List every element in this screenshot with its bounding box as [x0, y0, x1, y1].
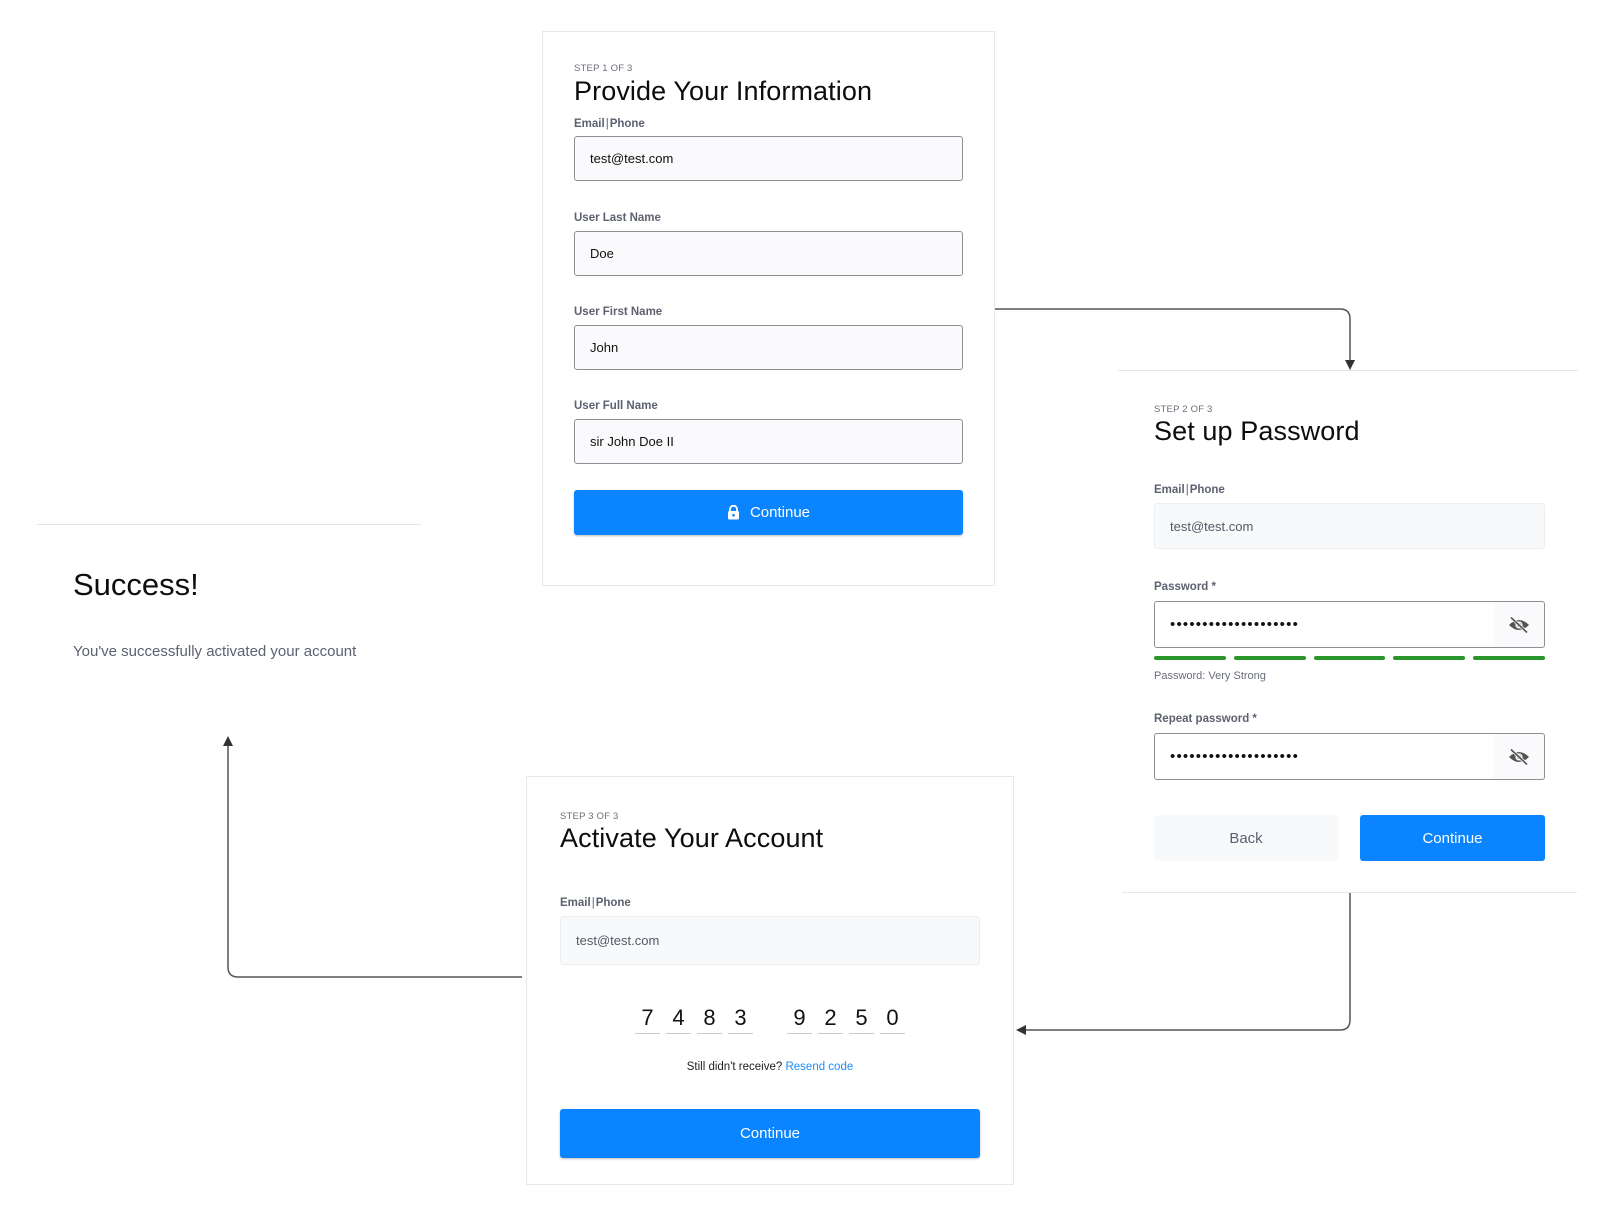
step-indicator: STEP 1 OF 3 — [574, 63, 633, 74]
back-button[interactable]: Back — [1154, 815, 1338, 861]
password-input[interactable]: •••••••••••••••••••• — [1154, 601, 1545, 648]
code-digit[interactable]: 7 — [635, 1005, 660, 1034]
email-input[interactable]: test@test.com — [574, 136, 963, 181]
password-label: Password * — [1154, 581, 1216, 593]
resend-prompt: Still didn't receive? — [686, 1061, 783, 1073]
step1-card: STEP 1 OF 3 Provide Your Information Ema… — [542, 31, 995, 586]
step3-card: STEP 3 OF 3 Activate Your Account Email|… — [526, 776, 1014, 1185]
code-digit[interactable]: 9 — [787, 1005, 812, 1034]
page-title: Provide Your Information — [574, 76, 873, 106]
full-name-label: User Full Name — [574, 400, 658, 412]
success-message: You've successfully activated your accou… — [73, 643, 357, 660]
code-digit[interactable]: 3 — [728, 1005, 753, 1034]
continue-button[interactable]: Continue — [574, 490, 963, 535]
code-digit[interactable]: 4 — [666, 1005, 691, 1034]
password-field-group: Password * •••••••••••••••••••• Password… — [1154, 581, 1545, 682]
continue-button[interactable]: Continue — [560, 1109, 980, 1158]
page-title: Activate Your Account — [560, 823, 824, 853]
step-indicator: STEP 3 OF 3 — [560, 811, 619, 822]
full-name-field-group: User Full Name sir John Doe II — [574, 400, 963, 464]
code-digit[interactable]: 2 — [818, 1005, 843, 1034]
card-top-divider — [1118, 370, 1578, 371]
code-digit[interactable]: 8 — [697, 1005, 722, 1034]
email-label: Email|Phone — [1154, 484, 1225, 496]
email-field-group: Email|Phone test@test.com — [560, 897, 980, 965]
email-label: Email|Phone — [574, 118, 645, 130]
strength-segment — [1313, 656, 1386, 660]
step2-card: STEP 2 OF 3 Set up Password Email|Phone … — [1118, 370, 1578, 893]
strength-segment — [1154, 656, 1226, 660]
first-name-input[interactable]: John — [574, 325, 963, 370]
continue-button-label: Continue — [1422, 829, 1483, 847]
first-name-field-group: User First Name John — [574, 306, 963, 370]
eye-slash-icon[interactable] — [1494, 734, 1544, 779]
last-name-label: User Last Name — [574, 212, 661, 224]
last-name-field-group: User Last Name Doe — [574, 212, 963, 276]
last-name-input[interactable]: Doe — [574, 231, 963, 276]
resend-row: Still didn't receive? Resend code — [527, 1061, 1013, 1073]
step-indicator: STEP 2 OF 3 — [1154, 404, 1213, 415]
code-digit[interactable]: 5 — [849, 1005, 874, 1034]
email-field-group: Email|Phone test@test.com — [1154, 484, 1545, 549]
email-input-readonly: test@test.com — [1154, 503, 1545, 549]
eye-slash-icon[interactable] — [1494, 602, 1544, 647]
connector-step3-to-success — [223, 736, 522, 978]
strength-segment — [1233, 656, 1306, 660]
email-field-group: Email|Phone test@test.com — [574, 118, 963, 181]
repeat-password-input[interactable]: •••••••••••••••••••• — [1154, 733, 1545, 780]
connector-step1-to-step2 — [994, 308, 1355, 370]
success-panel: Success! You've successfully activated y… — [37, 524, 421, 684]
email-input-readonly: test@test.com — [560, 916, 980, 965]
code-digit[interactable]: 0 — [880, 1005, 905, 1034]
continue-button-label: Continue — [739, 1125, 801, 1142]
first-name-label: User First Name — [574, 306, 663, 318]
password-strength-meter — [1154, 656, 1545, 660]
back-button-label: Back — [1229, 829, 1263, 847]
lock-icon — [727, 505, 740, 520]
strength-segment — [1393, 656, 1466, 660]
repeat-password-label: Repeat password * — [1154, 713, 1257, 725]
page-title: Set up Password — [1154, 416, 1360, 446]
strength-segment — [1473, 656, 1545, 660]
verification-code-input[interactable]: 7 4 8 3 9 2 5 0 — [527, 1005, 1013, 1034]
resend-code-link[interactable]: Resend code — [785, 1061, 853, 1073]
email-label: Email|Phone — [560, 897, 631, 909]
connector-step2-to-step3 — [1016, 893, 1351, 1035]
repeat-password-field-group: Repeat password * •••••••••••••••••••• — [1154, 713, 1545, 780]
continue-button-label: Continue — [749, 504, 811, 521]
password-strength-text: Password: Very Strong — [1154, 670, 1266, 682]
continue-button[interactable]: Continue — [1360, 815, 1545, 861]
success-title: Success! — [73, 567, 199, 602]
full-name-input[interactable]: sir John Doe II — [574, 419, 963, 464]
